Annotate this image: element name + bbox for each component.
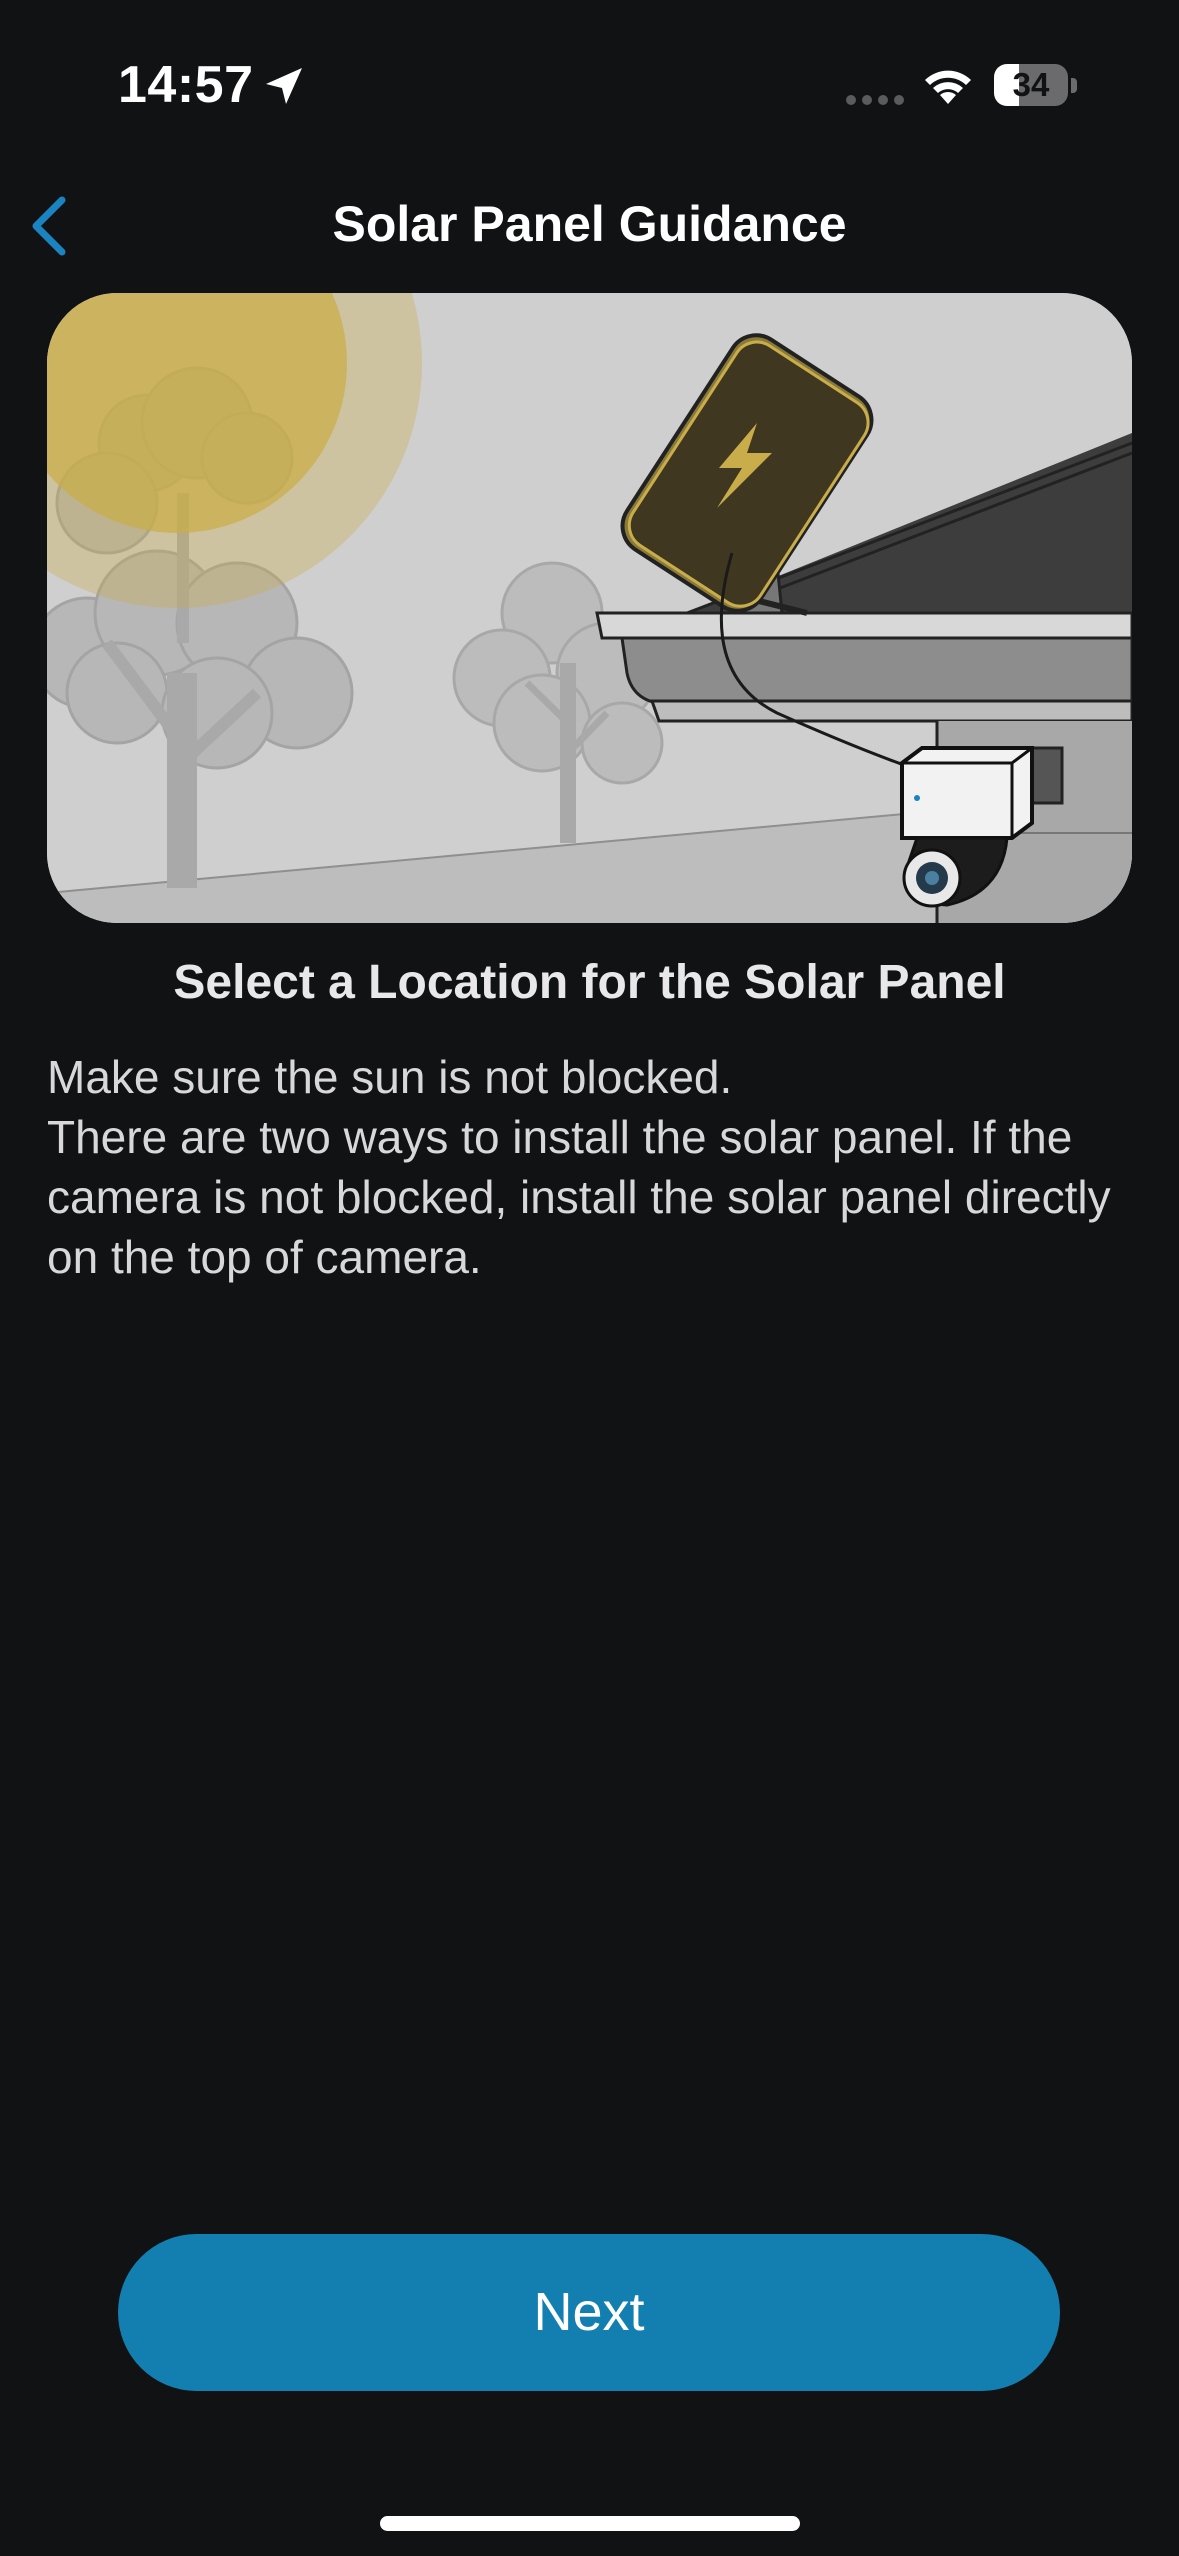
solar-panel-illustration <box>47 293 1132 923</box>
battery-percentage: 34 <box>1012 66 1050 103</box>
chevron-left-icon <box>32 196 66 256</box>
home-indicator <box>380 2516 800 2531</box>
battery-icon: 34 <box>994 64 1078 108</box>
status-time: 14:57 <box>118 56 254 114</box>
cellular-signal-icon <box>846 95 904 105</box>
instruction-text: Make sure the sun is not blocked. There … <box>47 1047 1147 1287</box>
page-title: Solar Panel Guidance <box>332 196 847 252</box>
back-button[interactable] <box>14 186 84 266</box>
section-heading: Select a Location for the Solar Panel <box>173 956 1006 1009</box>
battery-cap <box>1071 78 1077 93</box>
location-arrow-icon <box>266 68 302 104</box>
instruction-line: Make sure the sun is not blocked. <box>47 1051 733 1103</box>
status-bar: 14:57 34 <box>0 0 1179 170</box>
solar-panel-guidance-screen: 14:57 34 Solar Panel Guidance Select a L… <box>0 0 1179 2556</box>
instruction-line: There are two ways to install the solar … <box>47 1111 1111 1283</box>
next-button[interactable]: Next <box>118 2234 1060 2391</box>
wifi-icon <box>925 70 971 104</box>
